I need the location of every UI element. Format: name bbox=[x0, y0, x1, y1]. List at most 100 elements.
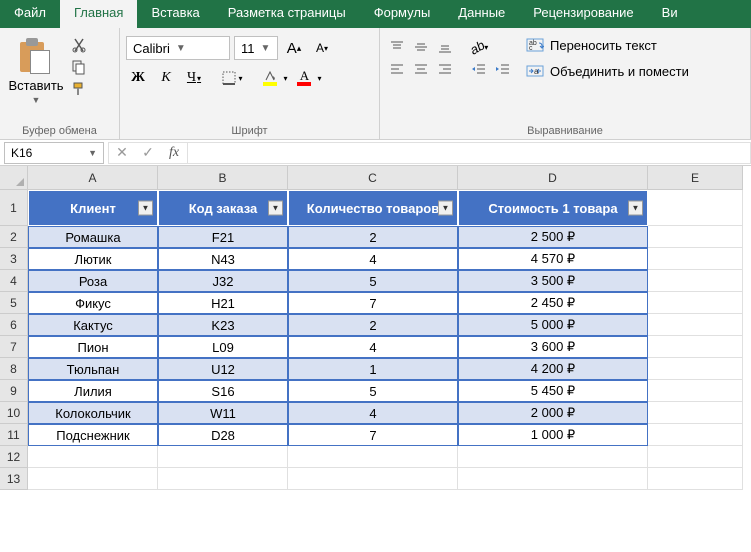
cell[interactable]: 1 000 ₽ bbox=[458, 424, 648, 446]
cell[interactable]: 2 450 ₽ bbox=[458, 292, 648, 314]
filter-dropdown-button[interactable]: ▼ bbox=[628, 201, 643, 216]
cell[interactable]: F21 bbox=[158, 226, 288, 248]
row-header[interactable]: 4 bbox=[0, 270, 28, 292]
row-header[interactable]: 9 bbox=[0, 380, 28, 402]
cell[interactable]: W11 bbox=[158, 402, 288, 424]
cell[interactable]: Колокольчик bbox=[28, 402, 158, 424]
font-name-combo[interactable]: Calibri▼ bbox=[126, 36, 230, 60]
cancel-formula-button[interactable]: ✕ bbox=[109, 143, 135, 163]
fill-color-button[interactable]: ▾ bbox=[258, 66, 288, 90]
cell[interactable] bbox=[158, 446, 288, 468]
cell[interactable]: 5 450 ₽ bbox=[458, 380, 648, 402]
row-header[interactable]: 7 bbox=[0, 336, 28, 358]
cell[interactable]: Лютик bbox=[28, 248, 158, 270]
cell[interactable] bbox=[28, 468, 158, 490]
cell[interactable] bbox=[458, 468, 648, 490]
cell[interactable] bbox=[648, 380, 743, 402]
cell[interactable]: L09 bbox=[158, 336, 288, 358]
row-header[interactable]: 2 bbox=[0, 226, 28, 248]
borders-button[interactable]: ▾ bbox=[220, 66, 244, 90]
row-header[interactable]: 13 bbox=[0, 468, 28, 490]
name-box[interactable]: K16 ▼ bbox=[4, 142, 104, 164]
column-header[interactable]: C bbox=[288, 166, 458, 190]
cell[interactable]: Клиент▼ bbox=[28, 190, 158, 226]
tab-data[interactable]: Данные bbox=[444, 0, 519, 28]
row-header[interactable]: 6 bbox=[0, 314, 28, 336]
bold-button[interactable]: Ж bbox=[126, 66, 150, 90]
cell[interactable]: Лилия bbox=[28, 380, 158, 402]
tab-home[interactable]: Главная bbox=[60, 0, 137, 28]
cell[interactable]: Тюльпан bbox=[28, 358, 158, 380]
tab-file[interactable]: Файл bbox=[0, 0, 60, 28]
increase-indent-button[interactable] bbox=[492, 58, 514, 80]
align-top-button[interactable] bbox=[386, 36, 408, 58]
column-header[interactable]: D bbox=[458, 166, 648, 190]
decrease-font-button[interactable]: A▾ bbox=[310, 36, 334, 60]
decrease-indent-button[interactable] bbox=[468, 58, 490, 80]
copy-button[interactable] bbox=[70, 58, 88, 76]
align-right-button[interactable] bbox=[434, 58, 456, 80]
filter-dropdown-button[interactable]: ▼ bbox=[268, 201, 283, 216]
cell[interactable] bbox=[648, 248, 743, 270]
select-all-corner[interactable] bbox=[0, 166, 28, 190]
cell[interactable]: 2 bbox=[288, 226, 458, 248]
cell[interactable]: 4 570 ₽ bbox=[458, 248, 648, 270]
row-header[interactable]: 10 bbox=[0, 402, 28, 424]
row-header[interactable]: 3 bbox=[0, 248, 28, 270]
cell[interactable]: 4 bbox=[288, 402, 458, 424]
cell[interactable] bbox=[648, 424, 743, 446]
cell[interactable]: 3 500 ₽ bbox=[458, 270, 648, 292]
formula-input[interactable] bbox=[188, 142, 751, 164]
cell[interactable]: 4 200 ₽ bbox=[458, 358, 648, 380]
cell[interactable] bbox=[648, 446, 743, 468]
cell[interactable]: 4 bbox=[288, 248, 458, 270]
align-bottom-button[interactable] bbox=[434, 36, 456, 58]
cell[interactable] bbox=[28, 446, 158, 468]
cell[interactable]: 7 bbox=[288, 424, 458, 446]
align-left-button[interactable] bbox=[386, 58, 408, 80]
tab-view[interactable]: Ви bbox=[648, 0, 692, 28]
format-painter-button[interactable] bbox=[70, 80, 88, 98]
cell[interactable] bbox=[288, 446, 458, 468]
paste-button[interactable]: Вставить ▼ bbox=[6, 32, 66, 105]
cell[interactable]: D28 bbox=[158, 424, 288, 446]
insert-function-button[interactable]: fx bbox=[161, 143, 187, 163]
cell[interactable]: K23 bbox=[158, 314, 288, 336]
row-header[interactable]: 1 bbox=[0, 190, 28, 226]
cell[interactable] bbox=[288, 468, 458, 490]
cut-button[interactable] bbox=[70, 36, 88, 54]
cell[interactable]: H21 bbox=[158, 292, 288, 314]
column-header[interactable]: A bbox=[28, 166, 158, 190]
cell[interactable]: N43 bbox=[158, 248, 288, 270]
increase-font-button[interactable]: A▴ bbox=[282, 36, 306, 60]
cell[interactable] bbox=[648, 270, 743, 292]
tab-formulas[interactable]: Формулы bbox=[360, 0, 445, 28]
cell[interactable] bbox=[648, 358, 743, 380]
row-header[interactable]: 11 bbox=[0, 424, 28, 446]
cell[interactable]: 7 bbox=[288, 292, 458, 314]
cell[interactable]: Фикус bbox=[28, 292, 158, 314]
cell[interactable]: Код заказа▼ bbox=[158, 190, 288, 226]
wrap-text-button[interactable]: abc Переносить текст bbox=[526, 34, 689, 56]
cell[interactable]: 2 bbox=[288, 314, 458, 336]
cell[interactable] bbox=[648, 226, 743, 248]
cell[interactable] bbox=[648, 468, 743, 490]
cell[interactable]: Пион bbox=[28, 336, 158, 358]
cell[interactable]: 3 600 ₽ bbox=[458, 336, 648, 358]
cell[interactable]: 2 500 ₽ bbox=[458, 226, 648, 248]
tab-review[interactable]: Рецензирование bbox=[519, 0, 647, 28]
cell[interactable]: 2 000 ₽ bbox=[458, 402, 648, 424]
cell[interactable]: U12 bbox=[158, 358, 288, 380]
column-header[interactable]: E bbox=[648, 166, 743, 190]
orientation-button[interactable]: ab▾ bbox=[468, 36, 490, 58]
font-size-combo[interactable]: 11▼ bbox=[234, 36, 278, 60]
cell[interactable]: J32 bbox=[158, 270, 288, 292]
enter-formula-button[interactable]: ✓ bbox=[135, 143, 161, 163]
cell[interactable]: Кактус bbox=[28, 314, 158, 336]
cell[interactable]: Ромашка bbox=[28, 226, 158, 248]
cell[interactable]: Подснежник bbox=[28, 424, 158, 446]
filter-dropdown-button[interactable]: ▼ bbox=[138, 201, 153, 216]
cell[interactable] bbox=[648, 402, 743, 424]
cell[interactable]: Роза bbox=[28, 270, 158, 292]
underline-button[interactable]: Ч▾ bbox=[182, 66, 206, 90]
